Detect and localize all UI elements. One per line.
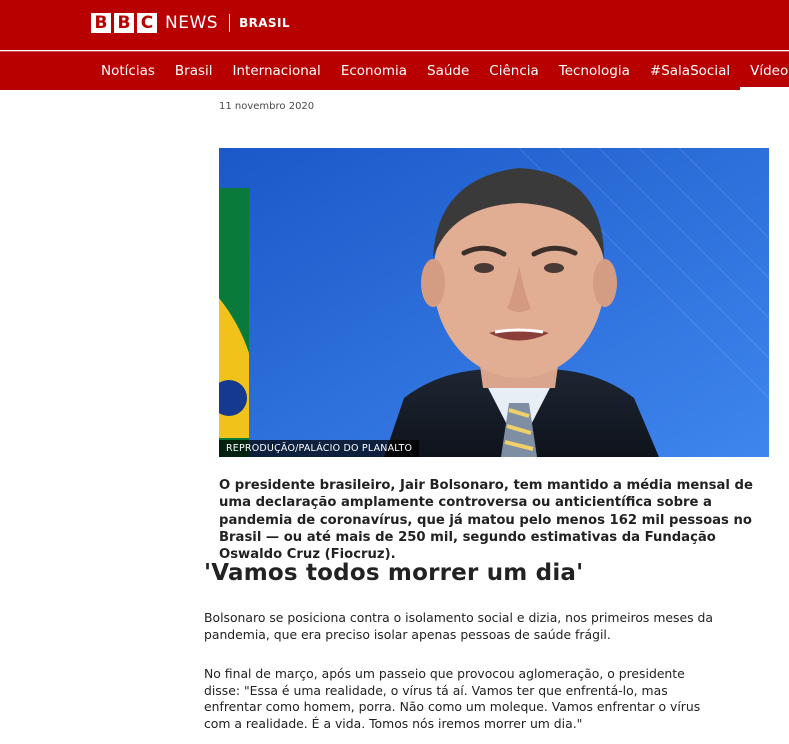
site-header: B B C NEWS BRASIL: [0, 0, 789, 50]
nav-item-noticias[interactable]: Notícias: [91, 52, 165, 90]
logo-divider: [229, 14, 231, 32]
nav-items: Notícias Brasil Internacional Economia S…: [91, 52, 789, 90]
nav-item-saude[interactable]: Saúde: [417, 52, 479, 90]
nav-item-tecnologia[interactable]: Tecnologia: [549, 52, 640, 90]
main-nav: Notícias Brasil Internacional Economia S…: [0, 51, 789, 90]
bbc-blocks: B B C: [91, 13, 157, 33]
article-subheading: 'Vamos todos morrer um dia': [204, 560, 584, 586]
nav-item-ciencia[interactable]: Ciência: [479, 52, 549, 90]
article-paragraph: No final de março, após um passeio que p…: [204, 666, 701, 731]
bbc-news-brasil-logo[interactable]: B B C NEWS BRASIL: [91, 13, 290, 33]
bbc-block-b1: B: [91, 13, 111, 33]
nav-item-internacional[interactable]: Internacional: [223, 52, 331, 90]
nav-item-videos[interactable]: Vídeos: [740, 52, 789, 90]
news-wordmark: NEWS: [165, 13, 219, 33]
bbc-block-c: C: [137, 13, 157, 33]
nav-item-economia[interactable]: Economia: [331, 52, 417, 90]
article-hero-image: REPRODUÇÃO/PALÁCIO DO PLANALTO: [219, 148, 769, 457]
article-paragraph: Bolsonaro se posiciona contra o isolamen…: [204, 610, 713, 642]
article-lead: O presidente brasileiro, Jair Bolsonaro,…: [219, 478, 753, 563]
bbc-block-b2: B: [114, 13, 134, 33]
edition-label: BRASIL: [239, 16, 290, 30]
nav-item-brasil[interactable]: Brasil: [165, 52, 223, 90]
image-credit: REPRODUÇÃO/PALÁCIO DO PLANALTO: [219, 440, 420, 457]
nav-item-salasocial[interactable]: #SalaSocial: [640, 52, 740, 90]
article-date: 11 novembro 2020: [219, 101, 315, 112]
hero-illustration: [219, 148, 769, 457]
